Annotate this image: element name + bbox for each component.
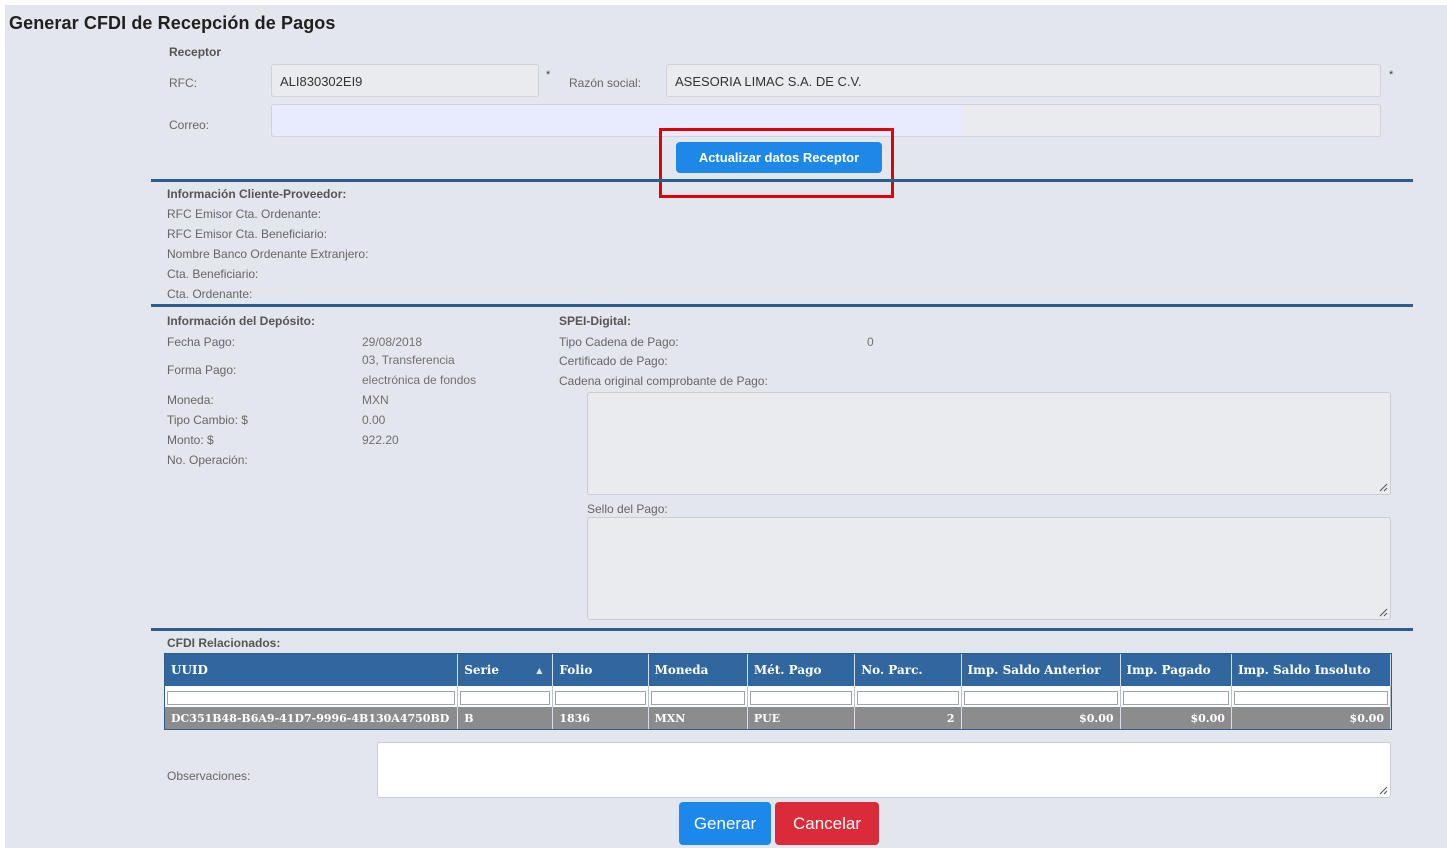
- cfdi-heading: CFDI Relacionados:: [167, 636, 281, 650]
- observaciones-textarea[interactable]: [377, 742, 1391, 798]
- filter-input-no-parc[interactable]: [857, 690, 959, 705]
- col-header-saldo-anterior[interactable]: Imp. Saldo Anterior: [961, 654, 1121, 686]
- razon-social-label: Razón social:: [569, 76, 642, 90]
- filter-cell: [552, 686, 649, 707]
- resize-grip-icon[interactable]: [1379, 786, 1388, 795]
- cell-imp-pagado[interactable]: $0.00: [1120, 707, 1232, 729]
- generar-button[interactable]: Generar: [679, 802, 771, 845]
- cfdi-table: UUID Serie ▲ Folio Moneda Mét. Pago No. P…: [165, 654, 1392, 729]
- cfdi-grid: UUID Serie ▲ Folio Moneda Mét. Pago No. P…: [164, 653, 1392, 730]
- col-header-met-pago[interactable]: Mét. Pago: [747, 654, 856, 686]
- cell-no-parc[interactable]: 2: [854, 707, 962, 729]
- rfc-value: ALI830302EI9: [280, 74, 363, 89]
- tipo-cambio-value: 0.00: [362, 413, 386, 427]
- correo-label: Correo:: [169, 118, 210, 132]
- cell-saldo-anterior[interactable]: $0.00: [961, 707, 1121, 729]
- form-panel: Generar CFDI de Recepción de Pagos Recep…: [5, 5, 1447, 848]
- filter-cell: [747, 686, 856, 707]
- col-header-no-parc[interactable]: No. Parc.: [854, 654, 962, 686]
- filter-cell: [854, 686, 962, 707]
- receptor-heading: Receptor: [169, 45, 222, 59]
- rfc-emisor-ordenante-label: RFC Emisor Cta. Ordenante:: [167, 207, 322, 221]
- col-header-imp-pagado[interactable]: Imp. Pagado: [1120, 654, 1232, 686]
- resize-grip-icon[interactable]: [1379, 608, 1388, 617]
- table-header-row: UUID Serie ▲ Folio Moneda Mét. Pago No. P…: [165, 654, 1392, 686]
- filter-cell: [1231, 686, 1392, 707]
- section-divider: [151, 628, 1413, 631]
- cadena-original-textarea[interactable]: [587, 392, 1391, 495]
- tipo-cadena-value: 0: [867, 335, 874, 349]
- col-header-saldo-insoluto[interactable]: Imp. Saldo Insoluto: [1231, 654, 1392, 686]
- deposito-heading: Información del Depósito:: [167, 314, 316, 328]
- rfc-required-mark: *: [546, 69, 551, 81]
- no-operacion-label: No. Operación:: [167, 453, 248, 467]
- col-header-folio[interactable]: Folio: [552, 654, 649, 686]
- cta-ordenante-label: Cta. Ordenante:: [167, 287, 253, 301]
- cell-serie[interactable]: B: [457, 707, 554, 729]
- table-row[interactable]: DC351B48-B6A9-41D7-9996-4B130A4750BD B 1…: [165, 707, 1392, 729]
- cta-beneficiario-label: Cta. Beneficiario:: [167, 267, 259, 281]
- fecha-pago-value: 29/08/2018: [362, 335, 423, 349]
- moneda-label: Moneda:: [167, 393, 214, 407]
- cliente-proveedor-heading: Información Cliente-Proveedor:: [167, 187, 347, 201]
- col-header-serie[interactable]: Serie ▲: [457, 654, 554, 686]
- rfc-field[interactable]: ALI830302EI9: [271, 64, 539, 97]
- spei-heading: SPEI-Digital:: [559, 314, 632, 328]
- monto-label: Monto: $: [167, 433, 214, 447]
- section-divider: [151, 179, 1413, 182]
- col-header-serie-label: Serie: [464, 663, 500, 677]
- forma-pago-label: Forma Pago:: [167, 363, 237, 377]
- tipo-cambio-label: Tipo Cambio: $: [167, 413, 248, 427]
- cell-moneda[interactable]: MXN: [648, 707, 748, 729]
- col-header-moneda[interactable]: Moneda: [648, 654, 748, 686]
- cell-folio[interactable]: 1836: [552, 707, 649, 729]
- filter-input-uuid[interactable]: [167, 690, 456, 705]
- resize-grip-icon[interactable]: [1379, 483, 1388, 492]
- cadena-original-label: Cadena original comprobante de Pago:: [559, 374, 768, 388]
- rfc-emisor-beneficiario-label: RFC Emisor Cta. Beneficiario:: [167, 227, 328, 241]
- cell-saldo-insoluto[interactable]: $0.00: [1231, 707, 1392, 729]
- tipo-cadena-label: Tipo Cadena de Pago:: [559, 335, 679, 349]
- rfc-label: RFC:: [169, 76, 197, 90]
- cancelar-button[interactable]: Cancelar: [775, 802, 879, 845]
- page-title: Generar CFDI de Recepción de Pagos: [9, 13, 336, 33]
- certificado-label: Certificado de Pago:: [559, 354, 668, 368]
- filter-input-moneda[interactable]: [650, 690, 745, 705]
- highlight-box: [659, 128, 894, 198]
- cell-uuid[interactable]: DC351B48-B6A9-41D7-9996-4B130A4750BD: [165, 707, 459, 729]
- forma-pago-value-line1: 03, Transferencia: [362, 353, 455, 367]
- section-divider: [151, 304, 1413, 307]
- moneda-value: MXN: [362, 393, 389, 407]
- monto-value: 922.20: [362, 433, 399, 447]
- sort-asc-icon[interactable]: ▲: [536, 665, 542, 675]
- filter-input-met-pago[interactable]: [749, 690, 853, 705]
- filter-input-folio[interactable]: [555, 690, 646, 705]
- sello-pago-label: Sello del Pago:: [587, 502, 668, 516]
- filter-input-serie[interactable]: [460, 690, 551, 705]
- nombre-banco-label: Nombre Banco Ordenante Extranjero:: [167, 247, 369, 261]
- filter-input-saldo-anterior[interactable]: [963, 690, 1118, 705]
- filter-cell: [1120, 686, 1232, 707]
- filter-input-saldo-insoluto[interactable]: [1233, 690, 1388, 705]
- forma-pago-value-line2: electrónica de fondos: [362, 373, 477, 387]
- filter-cell: [457, 686, 554, 707]
- cell-met-pago[interactable]: PUE: [747, 707, 856, 729]
- observaciones-label: Observaciones:: [167, 769, 251, 783]
- filter-cell: [961, 686, 1121, 707]
- sello-pago-textarea[interactable]: [587, 517, 1391, 620]
- razon-social-field[interactable]: ASESORIA LIMAC S.A. DE C.V.: [666, 64, 1381, 97]
- filter-input-imp-pagado[interactable]: [1122, 690, 1229, 705]
- razon-required-mark: *: [1389, 69, 1394, 81]
- filter-cell: [165, 686, 459, 707]
- filter-row: [165, 686, 1392, 707]
- col-header-uuid[interactable]: UUID: [165, 654, 459, 686]
- filter-cell: [648, 686, 748, 707]
- razon-social-value: ASESORIA LIMAC S.A. DE C.V.: [675, 74, 862, 89]
- fecha-pago-label: Fecha Pago:: [167, 335, 236, 349]
